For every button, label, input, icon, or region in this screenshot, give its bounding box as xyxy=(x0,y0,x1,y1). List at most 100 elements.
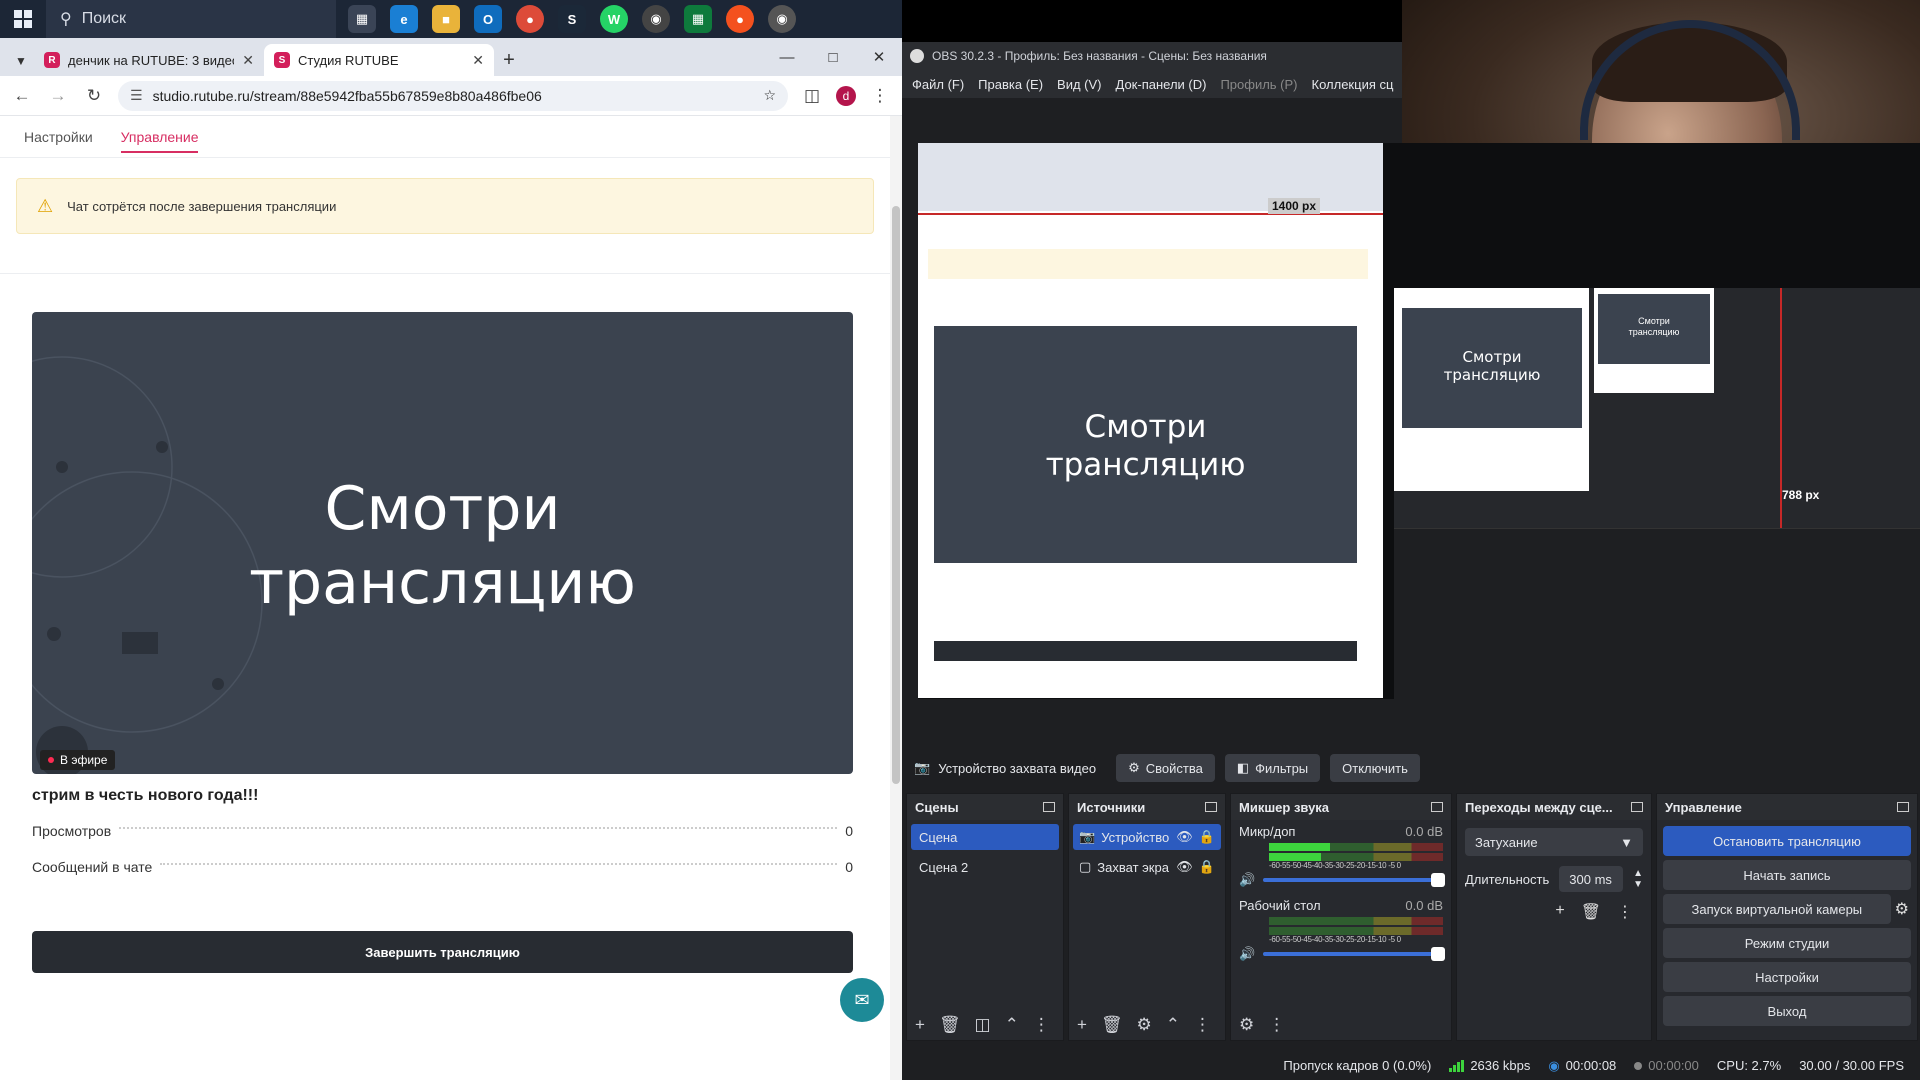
back-icon[interactable]: ← xyxy=(10,86,34,106)
properties-button[interactable]: ⚙ Свойства xyxy=(1116,754,1215,782)
live-badge-label: В эфире xyxy=(60,753,108,767)
minimize-icon[interactable]: — xyxy=(764,38,810,76)
close-tab-icon[interactable]: ✕ xyxy=(242,52,254,69)
camera-icon: 📷 xyxy=(914,760,931,775)
disconnect-button[interactable]: Отключить xyxy=(1330,754,1420,782)
browser-tab-2[interactable]: S Студия RUTUBE ✕ xyxy=(264,44,494,76)
add-scene-icon[interactable]: + xyxy=(915,1015,925,1035)
stream-timer: ◉ 00:00:08 xyxy=(1548,1058,1616,1074)
site-info-icon[interactable]: ☰ xyxy=(130,87,143,104)
studio-mode-button[interactable]: Режим студии xyxy=(1663,928,1911,958)
menu-kebab-icon[interactable]: ⋮ xyxy=(868,86,892,106)
preview-text-line1: Смотри xyxy=(1084,409,1207,445)
address-bar[interactable]: ☰ studio.rutube.ru/stream/88e5942fba55b6… xyxy=(118,80,788,111)
scene-item[interactable]: Сцена 2 xyxy=(911,854,1059,880)
close-tab-icon[interactable]: ✕ xyxy=(472,52,484,69)
edge-icon[interactable]: e xyxy=(390,5,418,33)
menu-view[interactable]: Вид (V) xyxy=(1057,77,1101,92)
start-virtual-camera-button[interactable]: Запуск виртуальной камеры xyxy=(1663,894,1891,924)
visibility-eye-icon[interactable]: 👁 xyxy=(1176,859,1193,875)
stepper-icon[interactable]: ▲ ▼ xyxy=(1633,868,1643,890)
outlook-icon[interactable]: O xyxy=(474,5,502,33)
app-icon-record[interactable]: ◉ xyxy=(768,5,796,33)
lock-icon[interactable]: 🔒 xyxy=(1199,829,1215,845)
menu-edit[interactable]: Правка (E) xyxy=(978,77,1043,92)
menu-scene-collection[interactable]: Коллекция сц xyxy=(1312,77,1394,92)
file-explorer-icon[interactable]: ■ xyxy=(432,5,460,33)
start-recording-button[interactable]: Начать запись xyxy=(1663,860,1911,890)
support-chat-icon[interactable]: ✉ xyxy=(840,978,884,1022)
extensions-icon[interactable]: ◫ xyxy=(800,86,824,106)
volume-meter xyxy=(1269,853,1443,861)
source-properties-icon[interactable]: ⚙ xyxy=(1137,1015,1152,1035)
start-button[interactable] xyxy=(0,0,46,38)
steam-icon[interactable]: S xyxy=(558,5,586,33)
audio-mixer-dock: Микшер звука Микр/доп 0.0 dB -60-55-50-4… xyxy=(1230,793,1452,1041)
speaker-icon[interactable]: 🔊 xyxy=(1239,946,1255,962)
app-icon-orange[interactable]: ● xyxy=(726,5,754,33)
close-window-icon[interactable]: ✕ xyxy=(856,38,902,76)
profile-avatar[interactable]: d xyxy=(836,85,856,106)
stream-player[interactable]: Смотри трансляцию В эфире xyxy=(32,312,853,774)
whatsapp-icon[interactable]: W xyxy=(600,5,628,33)
slider-knob[interactable] xyxy=(1431,873,1445,887)
lock-icon[interactable]: 🔒 xyxy=(1199,859,1215,875)
obs-taskbar-icon[interactable]: ◉ xyxy=(642,5,670,33)
exit-button[interactable]: Выход xyxy=(1663,996,1911,1026)
menu-docks[interactable]: Док-панели (D) xyxy=(1116,77,1207,92)
obs-preview[interactable]: Смотри трансляцию 1400 px Смотри трансля… xyxy=(918,143,1920,699)
calculator-icon[interactable]: ▦ xyxy=(684,5,712,33)
add-transition-icon[interactable]: + xyxy=(1555,902,1564,922)
slider-knob[interactable] xyxy=(1431,947,1445,961)
reload-icon[interactable]: ↻ xyxy=(82,86,106,106)
transition-select[interactable]: Затухание ▼ xyxy=(1465,828,1643,856)
task-view-icon[interactable]: ▦ xyxy=(348,5,376,33)
taskbar-search[interactable]: ⚲ Поиск xyxy=(46,0,336,38)
stop-streaming-button[interactable]: Остановить трансляцию xyxy=(1663,826,1911,856)
gear-icon[interactable]: ⚙ xyxy=(1895,899,1909,919)
stat-row-views: Просмотров 0 xyxy=(32,823,853,839)
more-options-icon[interactable]: ⋮ xyxy=(1033,1015,1050,1035)
add-source-icon[interactable]: + xyxy=(1077,1015,1087,1035)
menu-file[interactable]: Файл (F) xyxy=(912,77,964,92)
new-tab-button[interactable]: + xyxy=(494,44,524,76)
source-item[interactable]: 📷 Устройство 👁 🔒 xyxy=(1073,824,1221,850)
speaker-icon[interactable]: 🔊 xyxy=(1239,872,1255,888)
visibility-eye-icon[interactable]: 👁 xyxy=(1176,829,1193,845)
scene-filters-icon[interactable]: ◫ xyxy=(975,1015,991,1035)
undock-icon[interactable] xyxy=(1631,802,1643,812)
browser-tab-1[interactable]: R денчик на RUTUBE: 3 видео - ✕ xyxy=(34,44,264,76)
duration-input[interactable]: 300 ms xyxy=(1559,866,1624,892)
tab-settings[interactable]: Настройки xyxy=(24,129,93,145)
bookmark-star-icon[interactable]: ☆ xyxy=(763,87,776,104)
source-item[interactable]: ▢ Захват экра 👁 🔒 xyxy=(1073,854,1221,880)
remove-source-icon[interactable]: 🗑 xyxy=(1101,1015,1123,1035)
undock-icon[interactable] xyxy=(1043,802,1055,812)
move-up-icon[interactable]: ⌃ xyxy=(1166,1015,1180,1035)
volume-slider[interactable] xyxy=(1263,947,1445,961)
undock-icon[interactable] xyxy=(1431,802,1443,812)
undock-icon[interactable] xyxy=(1205,802,1217,812)
menu-profile[interactable]: Профиль (P) xyxy=(1220,77,1297,92)
advanced-audio-icon[interactable]: ⚙ xyxy=(1239,1015,1254,1035)
more-options-icon[interactable]: ⋮ xyxy=(1194,1015,1211,1035)
preview-nested-capture: Смотри трансляцию xyxy=(1394,288,1589,491)
volume-slider[interactable] xyxy=(1263,873,1445,887)
scene-item[interactable]: Сцена xyxy=(911,824,1059,850)
maximize-icon[interactable]: □ xyxy=(810,38,856,76)
tab-search-button[interactable]: ▼ xyxy=(8,46,34,76)
tab-management[interactable]: Управление xyxy=(120,129,199,153)
end-stream-button[interactable]: Завершить трансляцию xyxy=(32,931,853,973)
scrollbar-thumb[interactable] xyxy=(892,206,900,784)
more-options-icon[interactable]: ⋮ xyxy=(1617,902,1633,922)
more-options-icon[interactable]: ⋮ xyxy=(1268,1015,1285,1035)
chrome-icon[interactable]: ● xyxy=(516,5,544,33)
forward-icon[interactable]: → xyxy=(46,86,70,106)
undock-icon[interactable] xyxy=(1897,802,1909,812)
settings-button[interactable]: Настройки xyxy=(1663,962,1911,992)
remove-scene-icon[interactable]: 🗑 xyxy=(939,1015,961,1035)
move-up-icon[interactable]: ⌃ xyxy=(1005,1015,1019,1035)
page-scrollbar[interactable] xyxy=(890,116,902,1080)
remove-transition-icon[interactable]: 🗑 xyxy=(1581,902,1601,922)
filters-button[interactable]: ◧ Фильтры xyxy=(1224,754,1321,782)
